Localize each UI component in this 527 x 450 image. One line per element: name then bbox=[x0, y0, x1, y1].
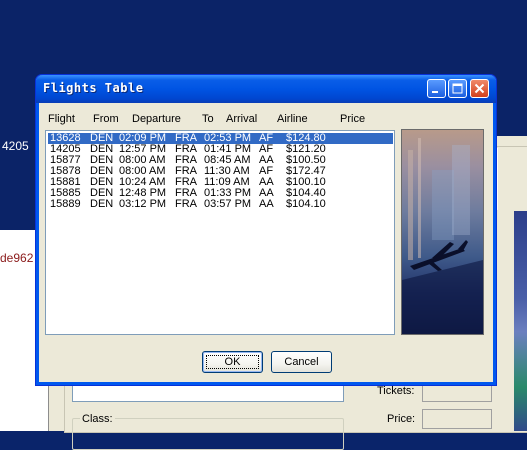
dialog-title: Flights Table bbox=[43, 81, 144, 95]
background-text-field[interactable] bbox=[72, 384, 344, 402]
cell-flight: 15889 bbox=[50, 198, 81, 210]
tickets-label: Tickets: bbox=[377, 385, 415, 397]
column-header-departure[interactable]: Departure bbox=[132, 113, 181, 125]
background-number-text: 4205 bbox=[2, 139, 29, 153]
flights-list[interactable]: 13628 DEN 02:09 PM FRA 02:53 PM AF $124.80 1420… bbox=[45, 130, 395, 335]
price-field[interactable] bbox=[422, 409, 492, 429]
column-header-from[interactable]: From bbox=[93, 113, 119, 125]
airplane-photo bbox=[401, 129, 484, 335]
background-side-panel bbox=[497, 148, 527, 210]
maximize-button[interactable] bbox=[448, 79, 467, 98]
cell-price: $104.10 bbox=[286, 198, 326, 210]
minimize-icon bbox=[432, 91, 438, 93]
cell-arrival: 03:57 PM bbox=[204, 198, 252, 210]
focus-rectangle bbox=[206, 355, 259, 369]
cancel-button[interactable]: Cancel bbox=[271, 351, 332, 373]
airplane-photo-art bbox=[402, 138, 483, 334]
flights-table-dialog: Flights Table Flight From Departure To A… bbox=[35, 74, 497, 386]
cell-airline: AA bbox=[259, 198, 274, 210]
maximize-icon bbox=[452, 83, 463, 94]
column-header-arrival[interactable]: Arrival bbox=[226, 113, 257, 125]
cell-departure: 03:12 PM bbox=[119, 198, 167, 210]
cell-to: FRA bbox=[175, 198, 197, 210]
background-link-text[interactable]: de962 bbox=[0, 251, 33, 265]
cell-from: DEN bbox=[90, 198, 114, 210]
close-icon bbox=[474, 83, 485, 94]
dialog-titlebar[interactable]: Flights Table bbox=[36, 75, 496, 103]
column-headers: Flight From Departure To Arrival Airline… bbox=[44, 111, 396, 129]
close-button[interactable] bbox=[470, 79, 489, 98]
ok-button[interactable]: OK bbox=[202, 351, 263, 373]
column-header-flight[interactable]: Flight bbox=[48, 113, 75, 125]
dialog-content: Flight From Departure To Arrival Airline… bbox=[40, 103, 492, 381]
table-row[interactable]: 15889 DEN 03:12 PM FRA 03:57 PM AA $104.10 bbox=[48, 199, 393, 210]
class-label: Class: bbox=[80, 413, 115, 425]
flights-listview: Flight From Departure To Arrival Airline… bbox=[44, 111, 396, 336]
column-header-to[interactable]: To bbox=[202, 113, 214, 125]
column-header-airline[interactable]: Airline bbox=[277, 113, 308, 125]
column-header-price[interactable]: Price bbox=[340, 113, 365, 125]
cancel-button-label: Cancel bbox=[284, 356, 319, 368]
background-photo bbox=[514, 211, 527, 431]
minimize-button[interactable] bbox=[427, 79, 446, 98]
price-label: Price: bbox=[387, 413, 416, 425]
